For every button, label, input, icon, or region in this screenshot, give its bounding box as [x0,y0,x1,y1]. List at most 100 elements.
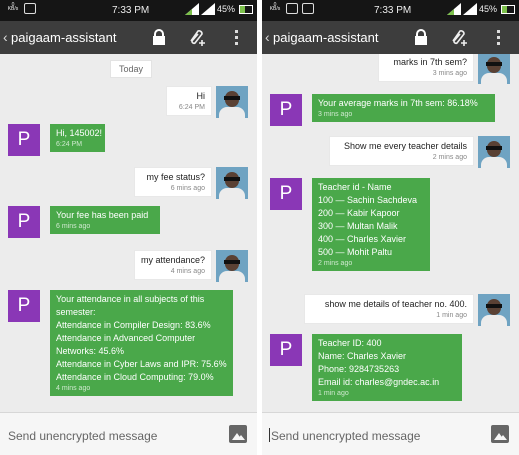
message-text: Teacher ID: 400 [318,338,382,348]
message-text: Networks: 45.6% [56,346,125,356]
more-vert-icon[interactable] [495,29,501,46]
message-text: semester: [56,307,96,317]
avatar-glasses [486,62,502,66]
lock-icon[interactable] [414,29,428,45]
phone-screen-right: 0 KB/s 7:33 PM 45% ‹ paigaam-assistant m… [262,0,519,455]
notification-icon [24,3,36,14]
message-text: Email id: charles@gndec.ac.in [318,377,440,387]
message-timestamp: 2 mins ago [318,260,353,267]
user-avatar[interactable] [478,136,510,168]
message-text: my fee status? [146,172,205,182]
bot-avatar[interactable]: P [270,94,302,126]
status-time: 7:33 PM [374,5,412,16]
message-timestamp: 6 mins ago [56,223,91,230]
message-text: Attendance in Cyber Laws and IPR: 75.6% [56,359,227,369]
screenshot-pair: 0 KB/s 7:33 PM 45% ‹ paigaam-assistant T… [0,0,519,455]
battery-icon [501,4,515,14]
network-speed-icon: 0 KB/s [269,2,281,12]
avatar-shirt [219,271,245,282]
bot-avatar[interactable]: P [8,206,40,238]
phone-screen-left: 0 KB/s 7:33 PM 45% ‹ paigaam-assistant T… [0,0,257,455]
image-icon[interactable] [229,425,247,443]
user-avatar[interactable] [216,86,248,118]
avatar-glasses [224,177,240,181]
more-vert-icon[interactable] [233,29,239,46]
notification-icon [302,3,314,14]
user-avatar[interactable] [216,167,248,199]
avatar-glasses [486,146,502,150]
message-timestamp: 1 min ago [436,312,467,319]
battery-percent: 45% [216,4,235,14]
message-text: Hi, 145002! [56,128,103,138]
composer: Send unencrypted message [262,412,519,455]
received-message-bubble[interactable]: Your average marks in 7th sem: 86.18% 3 m… [312,94,495,122]
sent-message-bubble[interactable]: show me details of teacher no. 400. 1 min… [304,294,474,324]
attach-add-icon[interactable] [449,28,469,47]
message-input[interactable]: Send unencrypted message [271,429,420,443]
message-text: Hi [196,91,206,101]
received-message-bubble[interactable]: Your fee has been paid 6 mins ago [50,206,160,234]
message-text: 500 — Mohit Paltu [318,247,393,257]
message-list: marks in 7th sem? 3 mins ago P Your average… [262,54,519,412]
back-chevron-icon[interactable]: ‹ [3,29,8,45]
bot-avatar[interactable]: P [270,178,302,210]
sent-message-bubble[interactable]: Show me every teacher details 2 mins ago [329,136,474,166]
message-timestamp: 3 mins ago [318,111,353,118]
message-timestamp: 4 mins ago [170,268,205,275]
sent-message-bubble[interactable]: Hi 6:24 PM [166,86,212,116]
message-text: Attendance in Advanced Computer [56,333,196,343]
message-text: 300 — Multan Malik [318,221,398,231]
lock-icon[interactable] [152,29,166,45]
message-text: Attendance in Compiler Design: 83.6% [56,320,211,330]
image-icon[interactable] [491,425,509,443]
bot-avatar[interactable]: P [8,124,40,156]
avatar-glasses [486,304,502,308]
received-message-bubble[interactable]: Teacher ID: 400 Name: Charles Xavier Phone… [312,334,462,401]
avatar-shirt [219,188,245,199]
message-text: 100 — Sachin Sachdeva [318,195,418,205]
battery-icon [239,4,253,14]
sent-message-bubble[interactable]: my attendance? 4 mins ago [134,250,212,280]
avatar-glasses [224,260,240,264]
app-bar: ‹ paigaam-assistant [262,21,519,54]
received-message-bubble[interactable]: Teacher id - Name 100 — Sachin Sachdeva 20… [312,178,430,271]
battery-percent: 45% [478,4,497,14]
back-chevron-icon[interactable]: ‹ [265,29,270,45]
user-avatar[interactable] [216,250,248,282]
avatar-shirt [219,107,245,118]
avatar-shirt [481,73,507,84]
message-timestamp: 4 mins ago [56,385,91,392]
attach-add-icon[interactable] [187,28,207,47]
user-avatar[interactable] [478,54,510,84]
message-text: Show me every teacher details [343,141,467,151]
message-text: Your average marks in 7th sem: 86.18% [318,98,478,108]
conversation-title: paigaam-assistant [273,30,379,45]
message-text: 400 — Charles Xavier [318,234,407,244]
signal-icon-2 [200,3,215,15]
status-time: 7:33 PM [112,5,150,16]
message-list: Today Hi 6:24 PM P Hi, 145002! 6:24 PM my fee … [0,54,257,412]
message-input[interactable]: Send unencrypted message [8,429,157,443]
bot-avatar[interactable]: P [270,334,302,366]
bot-avatar[interactable]: P [8,290,40,322]
status-bar: 0 KB/s 7:33 PM 45% [0,0,257,21]
message-timestamp: 6:24 PM [56,141,83,148]
conversation-title: paigaam-assistant [11,30,117,45]
received-message-bubble[interactable]: Hi, 145002! 6:24 PM [50,124,105,152]
gallery-notification-icon [286,3,298,14]
avatar-shirt [481,157,507,168]
message-text: Name: Charles Xavier [318,351,407,361]
text-caret [269,428,270,442]
date-divider: Today [110,60,153,78]
message-text: Teacher id - Name [318,182,392,192]
message-text: show me details of teacher no. 400. [324,299,467,309]
user-avatar[interactable] [478,294,510,326]
sent-message-bubble[interactable]: my fee status? 6 mins ago [134,167,212,197]
sent-message-bubble[interactable]: marks in 7th sem? 3 mins ago [378,54,474,82]
message-timestamp: 1 min ago [318,390,349,397]
message-text: Attendance in Cloud Computing: 79.0% [56,372,214,382]
message-timestamp: 3 mins ago [432,70,467,77]
message-timestamp: 6:24 PM [178,104,205,111]
signal-icon [446,3,461,15]
received-message-bubble[interactable]: Your attendance in all subjects of this s… [50,290,233,396]
